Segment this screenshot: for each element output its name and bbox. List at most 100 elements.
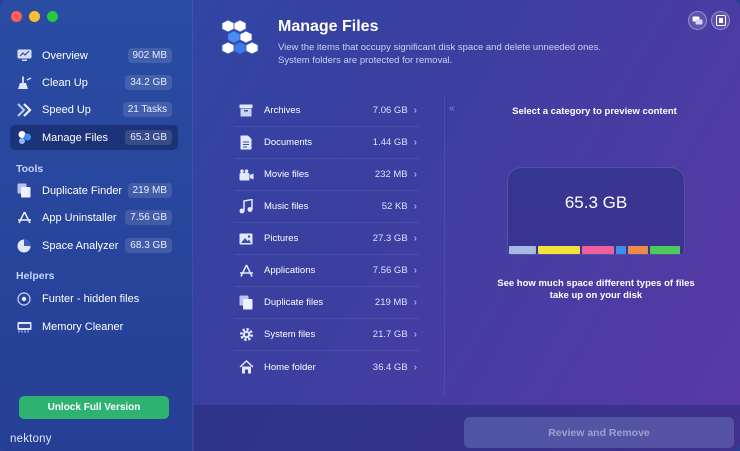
broom-icon xyxy=(16,75,32,91)
minimize-window-button[interactable] xyxy=(29,11,40,22)
archive-icon xyxy=(238,103,254,119)
main-panel: Manage Files View the items that occupy … xyxy=(194,0,740,451)
sidebar-item-value: 7.56 GB xyxy=(125,210,172,225)
panel-icon xyxy=(715,15,726,26)
close-window-button[interactable] xyxy=(11,11,22,22)
page-title: Manage Files xyxy=(278,18,379,35)
sidebar-item-space-analyzer[interactable]: Space Analyzer 68.3 GB xyxy=(10,233,178,258)
info-panel-button[interactable] xyxy=(711,11,730,30)
duplicate-icon xyxy=(238,295,254,311)
chevron-right-icon: › xyxy=(413,233,417,244)
disk-usage-card: 65.3 GB xyxy=(507,167,685,255)
sidebar-item-memory-cleaner[interactable]: Memory Cleaner xyxy=(10,314,178,339)
sidebar-item-speed-up[interactable]: Speed Up 21 Tasks xyxy=(10,97,178,122)
sidebar-item-label: Duplicate Finder xyxy=(42,184,123,197)
category-row-duplicate-files[interactable]: Duplicate files 219 MB › xyxy=(234,287,419,319)
sidebar-item-value: 21 Tasks xyxy=(122,102,172,117)
chevron-right-icon: › xyxy=(413,137,417,148)
category-label: Applications xyxy=(264,265,316,276)
category-size: 1.44 GB xyxy=(372,137,408,148)
category-row-archives[interactable]: Archives 7.06 GB › xyxy=(234,95,419,127)
sidebar-item-label: App Uninstaller xyxy=(42,211,117,224)
chevron-right-icon: › xyxy=(413,329,417,340)
sidebar-item-label: Space Analyzer xyxy=(42,239,119,252)
chevron-right-icon: › xyxy=(413,297,417,308)
picture-icon xyxy=(238,231,254,247)
disk-total-size: 65.3 GB xyxy=(564,193,628,212)
category-row-documents[interactable]: Documents 1.44 GB › xyxy=(234,127,419,159)
unlock-full-version-button[interactable]: Unlock Full Version xyxy=(19,396,169,419)
chat-support-button[interactable] xyxy=(688,11,707,30)
memory-chip-icon xyxy=(16,319,32,335)
speed-chevrons-icon xyxy=(16,102,32,118)
sidebar-item-label: Overview xyxy=(42,49,88,62)
helpers-heading: Helpers xyxy=(16,270,55,282)
sidebar-item-label: Speed Up xyxy=(42,103,91,116)
category-size: 7.56 GB xyxy=(372,265,408,276)
category-label: Archives xyxy=(264,105,301,116)
disk-bar-segment xyxy=(538,246,580,254)
category-size: 7.06 GB xyxy=(372,105,408,116)
category-row-music-files[interactable]: Music files 52 KB › xyxy=(234,191,419,223)
duplicate-icon xyxy=(16,183,32,199)
hexagons-icon xyxy=(16,130,32,146)
category-label: Pictures xyxy=(264,233,299,244)
category-label: Documents xyxy=(264,137,313,148)
category-label: Home folder xyxy=(264,361,316,373)
zoom-window-button[interactable] xyxy=(47,11,58,22)
document-icon xyxy=(238,135,254,151)
category-list: Archives 7.06 GB › Documents 1.44 GB › M… xyxy=(234,95,419,383)
category-row-home-folder[interactable]: Home folder 36.4 GB › xyxy=(234,351,419,383)
gear-icon xyxy=(238,327,254,343)
window-controls xyxy=(11,11,58,22)
sidebar-item-label: Manage Files xyxy=(42,131,109,144)
category-size: 232 MB xyxy=(374,169,408,180)
category-row-applications[interactable]: Applications 7.56 GB › xyxy=(234,255,419,287)
category-size: 219 MB xyxy=(374,297,408,308)
category-row-system-files[interactable]: System files 21.7 GB › xyxy=(234,319,419,351)
funter-icon xyxy=(16,291,32,307)
sidebar-item-label: Clean Up xyxy=(42,76,88,89)
category-size: 27.3 GB xyxy=(372,233,408,244)
category-label: Movie files xyxy=(264,169,309,180)
manage-files-hexagons-icon xyxy=(220,18,260,63)
disk-bar-segment xyxy=(582,246,614,254)
category-size: 52 KB xyxy=(381,201,408,212)
sidebar-item-value: 65.3 GB xyxy=(125,130,172,145)
panel-divider xyxy=(444,95,445,395)
applications-icon xyxy=(238,263,254,279)
sidebar-item-label: Funter - hidden files xyxy=(42,292,140,305)
sidebar-item-value: 68.3 GB xyxy=(125,238,172,253)
sidebar-item-label: Memory Cleaner xyxy=(42,320,124,333)
home-icon xyxy=(238,359,254,375)
movie-icon xyxy=(238,167,254,183)
category-row-pictures[interactable]: Pictures 27.3 GB › xyxy=(234,223,419,255)
chat-icon xyxy=(692,16,703,24)
chevron-right-icon: › xyxy=(413,169,417,180)
category-label: System files xyxy=(264,329,316,340)
disk-bar-segment xyxy=(628,246,648,254)
category-size: 21.7 GB xyxy=(372,329,408,340)
category-size: 36.4 GB xyxy=(372,361,408,373)
sidebar: Overview 902 MB Clean Up 34.2 GB Speed U… xyxy=(0,0,193,451)
sidebar-item-value: 219 MB xyxy=(127,183,172,198)
sidebar-item-funter[interactable]: Funter - hidden files xyxy=(10,286,178,311)
sidebar-item-overview[interactable]: Overview 902 MB xyxy=(10,43,178,68)
chevron-right-icon: › xyxy=(413,265,417,276)
preview-hint: Select a category to preview content xyxy=(512,106,677,117)
sidebar-item-clean-up[interactable]: Clean Up 34.2 GB xyxy=(10,70,178,95)
review-and-remove-button[interactable]: Review and Remove xyxy=(464,417,734,448)
top-right-actions xyxy=(688,11,730,30)
music-icon xyxy=(238,199,254,215)
collapse-left-icon[interactable]: « xyxy=(449,103,455,114)
category-label: Music files xyxy=(264,201,309,212)
sidebar-item-duplicate-finder[interactable]: Duplicate Finder 219 MB xyxy=(10,178,178,203)
footer-bar: Review and Remove xyxy=(194,405,740,451)
sidebar-item-value: 902 MB xyxy=(127,48,172,63)
sidebar-item-app-uninstaller[interactable]: App Uninstaller 7.56 GB xyxy=(10,205,178,230)
disk-bar-segment xyxy=(616,246,626,254)
sidebar-item-value: 34.2 GB xyxy=(125,75,172,90)
sidebar-item-manage-files[interactable]: Manage Files 65.3 GB xyxy=(10,125,178,150)
app-store-icon xyxy=(16,210,32,226)
category-row-movie-files[interactable]: Movie files 232 MB › xyxy=(234,159,419,191)
